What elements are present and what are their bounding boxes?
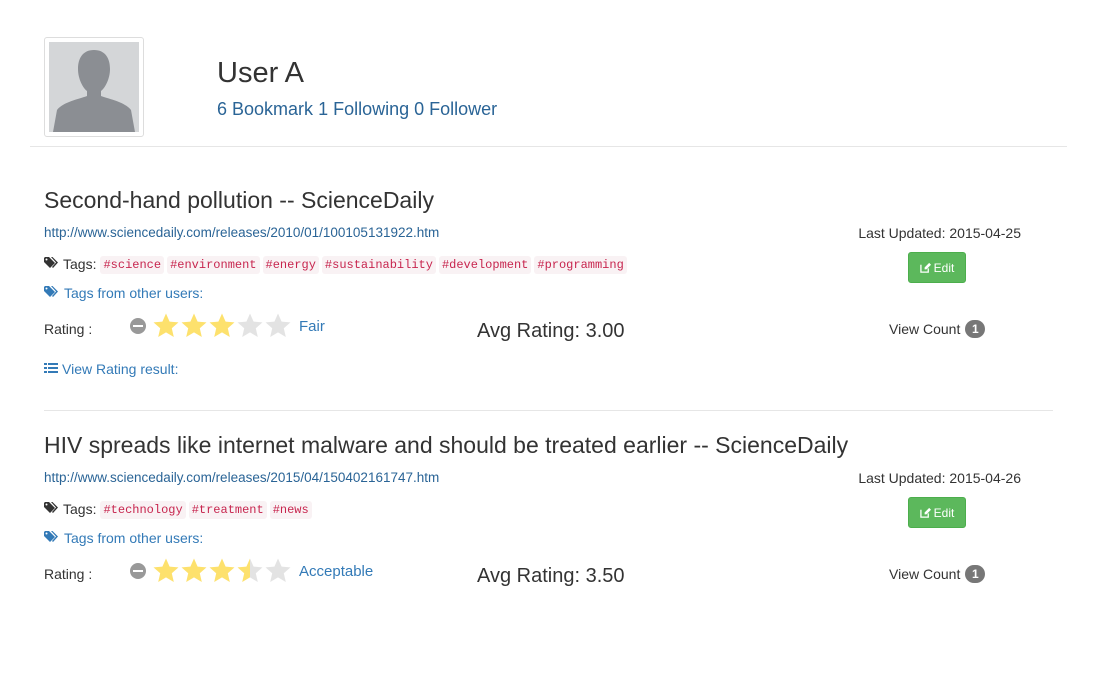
tags-icon (44, 530, 59, 546)
bookmark-item: HIV spreads like internet malware and sh… (0, 430, 1094, 675)
tag-list: #science #environment #energy #sustainabili… (100, 255, 629, 274)
tags-other-users-label: Tags from other users: (64, 530, 204, 546)
bookmark-divider (44, 410, 1053, 411)
view-count-badge: 1 (965, 565, 986, 583)
tag-chip[interactable]: #energy (262, 256, 319, 274)
last-updated: Last Updated: 2015-04-26 (858, 470, 1021, 486)
star-icon[interactable] (152, 557, 180, 585)
tags-row: Tags: #technology #treatment #news (44, 500, 315, 519)
edit-button[interactable]: Edit (908, 252, 966, 283)
star-icon[interactable] (208, 312, 236, 340)
bookmark-title[interactable]: HIV spreads like internet malware and sh… (44, 430, 848, 460)
star-rating: Acceptable (130, 557, 373, 585)
star-icon[interactable] (180, 557, 208, 585)
star-icon[interactable] (208, 557, 236, 585)
tag-chip[interactable]: #sustainability (321, 256, 436, 274)
view-count-label: View Count (889, 321, 961, 337)
view-rating-result-label: View Rating result: (62, 361, 179, 377)
tag-chip[interactable]: #development (438, 256, 532, 274)
bookmark-url[interactable]: http://www.sciencedaily.com/releases/201… (44, 470, 439, 485)
stars (152, 557, 292, 585)
tag-chip[interactable]: #technology (100, 501, 186, 519)
follower-count-link[interactable]: 0 Follower (414, 99, 497, 119)
edit-button-label: Edit (933, 260, 955, 275)
tag-chip[interactable]: #treatment (188, 501, 267, 519)
avatar (44, 37, 144, 137)
rating-label: Rating : (44, 321, 93, 337)
edit-button[interactable]: Edit (908, 497, 966, 528)
bookmark-count-link[interactable]: 6 Bookmark (217, 99, 313, 119)
user-name: User A (217, 57, 305, 89)
profile-header: User A 6 Bookmark 1 Following 0 Follower (0, 0, 1094, 148)
tag-chip[interactable]: #environment (167, 256, 260, 274)
rating-caption: Acceptable (299, 562, 374, 580)
avg-rating: Avg Rating: 3.00 (477, 320, 625, 342)
list-icon (44, 361, 58, 377)
user-silhouette-icon (49, 42, 139, 132)
bookmark-title[interactable]: Second-hand pollution -- ScienceDaily (44, 185, 434, 215)
tags-label: Tags: (63, 255, 97, 272)
tags-icon (44, 256, 59, 272)
tags-other-users-label: Tags from other users: (64, 285, 204, 301)
tag-chip[interactable]: #programming (534, 256, 627, 274)
user-stats: 6 Bookmark 1 Following 0 Follower (217, 97, 497, 121)
star-icon[interactable] (152, 312, 180, 340)
clear-rating-icon[interactable] (130, 563, 146, 579)
tag-list: #technology #treatment #news (100, 500, 314, 519)
star-icon[interactable] (236, 557, 264, 585)
last-updated: Last Updated: 2015-04-25 (858, 225, 1021, 241)
view-count-badge: 1 (965, 320, 986, 338)
tag-chip[interactable]: #science (100, 256, 165, 274)
following-count-link[interactable]: 1 Following (318, 99, 409, 119)
view-count-label: View Count (889, 566, 961, 582)
tags-row: Tags: #science #environment #energy #sustai… (44, 255, 630, 274)
tags-icon (44, 501, 59, 517)
tags-icon (44, 285, 59, 301)
edit-icon (919, 262, 931, 273)
rating-caption: Fair (299, 317, 325, 335)
stars (152, 312, 292, 340)
clear-rating-icon[interactable] (130, 318, 146, 334)
bookmark-item: Second-hand pollution -- ScienceDaily ht… (0, 185, 1094, 430)
star-icon[interactable] (264, 557, 292, 585)
star-icon[interactable] (264, 312, 292, 340)
star-icon[interactable] (180, 312, 208, 340)
tags-other-users-link[interactable]: Tags from other users: (44, 285, 203, 301)
header-divider (30, 146, 1067, 147)
star-icon[interactable] (236, 312, 264, 340)
star-rating: Fair (130, 312, 325, 340)
rating-label: Rating : (44, 566, 93, 582)
edit-icon (919, 507, 931, 518)
bookmark-url[interactable]: http://www.sciencedaily.com/releases/201… (44, 225, 439, 240)
edit-button-label: Edit (933, 505, 955, 520)
view-count: View Count 1 (889, 565, 986, 583)
view-rating-result-link[interactable]: View Rating result: (44, 361, 178, 377)
view-count: View Count 1 (889, 320, 986, 338)
tags-label: Tags: (63, 500, 97, 517)
avg-rating: Avg Rating: 3.50 (477, 565, 625, 587)
tags-other-users-link[interactable]: Tags from other users: (44, 530, 203, 546)
tag-chip[interactable]: #news (269, 501, 312, 519)
